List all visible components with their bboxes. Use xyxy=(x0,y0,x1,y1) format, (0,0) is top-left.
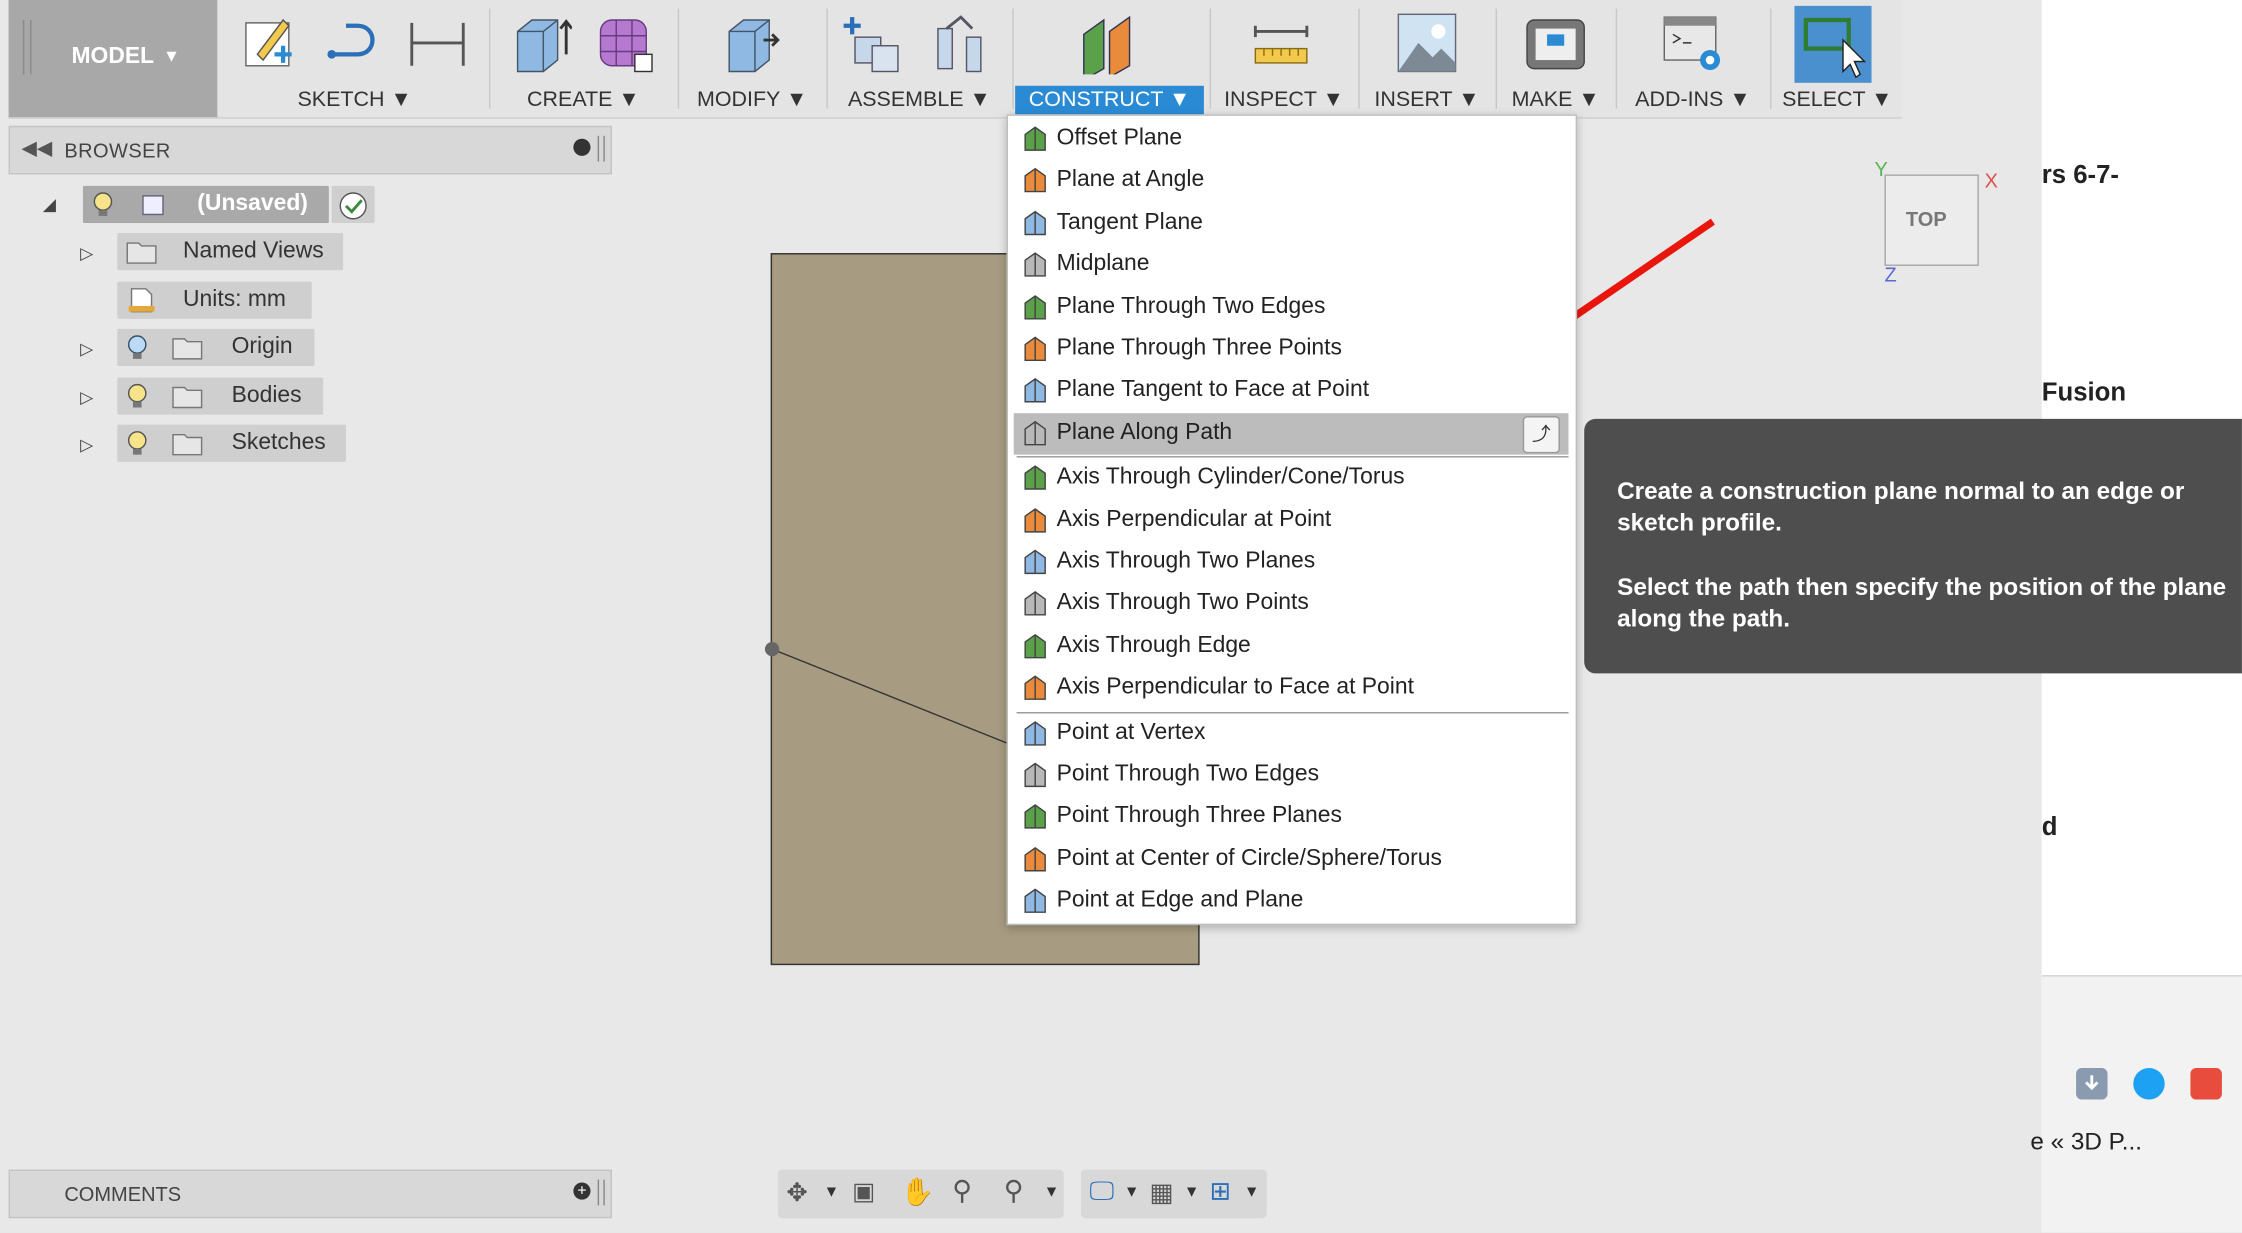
menu-item-label: Axis Through Cylinder/Cone/Torus xyxy=(1056,464,1405,490)
menu-item-label: Axis Through Edge xyxy=(1056,633,1251,658)
point-edge-plane-icon xyxy=(1022,888,1048,914)
panel-grip-icon[interactable] xyxy=(597,1179,605,1206)
plane-two-edges-icon xyxy=(1022,294,1048,320)
construct-menu-item[interactable]: Midplane xyxy=(1014,245,1569,286)
construct-menu-item[interactable]: Point Through Three Planes xyxy=(1014,797,1569,838)
construct-menu-item[interactable]: Plane Through Two Edges xyxy=(1014,287,1569,328)
plane-three-points-icon xyxy=(1022,336,1048,362)
construct-menu-item[interactable]: Point at Edge and Plane xyxy=(1014,881,1569,922)
comments-title: COMMENTS xyxy=(64,1182,182,1206)
plane-angle-icon xyxy=(1022,168,1048,194)
construct-menu-item[interactable]: Point Through Two Edges xyxy=(1014,755,1569,796)
viewcube-axis-x: X xyxy=(1984,168,1998,192)
add-comment-icon[interactable]: + xyxy=(573,1182,591,1200)
chevron-down-icon[interactable]: ▼ xyxy=(1124,1184,1140,1201)
sketch-point[interactable] xyxy=(764,641,780,657)
menu-item-label: Plane Through Two Edges xyxy=(1056,293,1326,319)
chevron-down-icon[interactable]: ▼ xyxy=(824,1184,840,1201)
point-two-edges-icon xyxy=(1022,762,1048,788)
construct-menu-item[interactable]: Axis Through Two Planes xyxy=(1014,542,1569,583)
menu-item-label: Point at Vertex xyxy=(1056,720,1206,745)
chevron-down-icon[interactable]: ▼ xyxy=(1044,1184,1060,1201)
display-toolbar: 🖵 ▼ ▦ ▼ ⊞ ▼ xyxy=(1080,1169,1267,1219)
pan-hand-icon[interactable]: ✋ xyxy=(901,1175,935,1209)
axis-two-planes-icon xyxy=(1022,549,1048,575)
chevron-down-icon[interactable]: ▼ xyxy=(1184,1184,1200,1201)
construct-menu-item[interactable]: Axis Through Cylinder/Cone/Torus xyxy=(1014,458,1569,499)
menu-item-label: Point at Center of Circle/Sphere/Torus xyxy=(1056,846,1442,871)
point-center-icon xyxy=(1022,846,1048,872)
menu-item-label: Point at Edge and Plane xyxy=(1056,888,1304,913)
display-settings-icon[interactable]: 🖵 xyxy=(1090,1177,1115,1207)
viewcube-face-top[interactable]: TOP xyxy=(1906,207,1947,230)
midplane-icon xyxy=(1022,252,1048,278)
construct-menu-item[interactable]: Axis Through Two Points xyxy=(1014,584,1569,625)
menu-item-label: Axis Perpendicular to Face at Point xyxy=(1056,675,1414,700)
shortcut-pin-icon[interactable]: ⤴ xyxy=(1522,415,1560,453)
menu-item-label: Point Through Two Edges xyxy=(1056,762,1320,787)
construct-menu-item[interactable]: Point at Center of Circle/Sphere/Torus xyxy=(1014,839,1569,880)
construct-menu-item[interactable]: Plane Along Path ⤴ xyxy=(1013,412,1569,455)
construct-menu-item[interactable]: Offset Plane xyxy=(1014,119,1569,160)
command-tooltip: Create a construction plane normal to an… xyxy=(1584,418,2242,674)
menu-item-label: Plane Tangent to Face at Point xyxy=(1056,378,1370,403)
viewports-icon[interactable]: ⊞ xyxy=(1210,1177,1232,1207)
comments-panel-header[interactable]: COMMENTS + xyxy=(8,1169,612,1219)
menu-item-label: Offset Plane xyxy=(1056,125,1183,151)
construct-menu-item[interactable]: Plane at Angle xyxy=(1014,161,1569,202)
grid-settings-icon[interactable]: ▦ xyxy=(1150,1178,1174,1208)
app-window: rs 6-7- Fusion d e « 3D P... MODEL ▼ SKE… xyxy=(0,0,2242,1233)
menu-item-label: Plane Along Path xyxy=(1056,420,1233,445)
construct-menu-item[interactable]: Plane Tangent to Face at Point xyxy=(1014,371,1569,412)
axis-perp-face-icon xyxy=(1022,675,1048,701)
menu-item-label: Plane at Angle xyxy=(1056,167,1205,193)
menu-item-label: Midplane xyxy=(1056,251,1150,277)
point-vertex-icon xyxy=(1022,720,1048,746)
point-three-planes-icon xyxy=(1022,804,1048,830)
look-at-icon[interactable]: ▣ xyxy=(852,1178,875,1207)
menu-item-label: Plane Through Three Points xyxy=(1056,336,1342,361)
orbit-icon[interactable]: ✥ xyxy=(786,1178,808,1208)
menu-item-label: Axis Perpendicular at Point xyxy=(1056,506,1332,532)
axis-edge-icon xyxy=(1022,633,1048,659)
chevron-down-icon[interactable]: ▼ xyxy=(1244,1184,1260,1201)
construct-menu-item[interactable]: Axis Perpendicular to Face at Point xyxy=(1014,668,1569,709)
construct-menu-item[interactable]: Tangent Plane xyxy=(1014,203,1569,244)
menu-item-label: Axis Through Two Planes xyxy=(1056,549,1316,574)
fit-zoom-icon[interactable]: ⚲ xyxy=(1004,1175,1024,1208)
viewcube-axis-z: Z xyxy=(1884,263,1897,286)
offset-plane-icon xyxy=(1022,126,1048,152)
plane-tangent-face-icon xyxy=(1022,378,1048,404)
menu-item-label: Tangent Plane xyxy=(1056,209,1203,235)
tooltip-description: Create a construction plane normal to an… xyxy=(1617,477,2185,537)
construct-dropdown-menu: Offset Plane Plane at Angle Tangent Plane M… xyxy=(1006,114,1578,926)
zoom-icon[interactable]: ⚲ xyxy=(952,1175,972,1208)
axis-perp-point-icon xyxy=(1022,507,1048,533)
construct-menu-item[interactable]: Point at Vertex xyxy=(1014,713,1569,754)
tooltip-instructions: Select the path then specify the positio… xyxy=(1617,573,2227,632)
viewcube-cube[interactable]: TOP xyxy=(1884,174,1979,266)
construct-menu-item[interactable]: Axis Perpendicular at Point xyxy=(1014,500,1569,541)
construct-menu-item[interactable]: Axis Through Edge xyxy=(1014,626,1569,667)
construct-menu-item[interactable]: Plane Through Three Points xyxy=(1014,329,1569,370)
navigation-toolbar: ✥ ▼ ▣ ✋ ⚲ ⚲ ▼ xyxy=(777,1169,1064,1219)
sketch-path-line[interactable] xyxy=(771,648,1009,745)
axis-two-points-icon xyxy=(1022,591,1048,617)
plane-along-path-icon xyxy=(1022,420,1048,446)
menu-item-label: Point Through Three Planes xyxy=(1056,804,1342,829)
axis-cylinder-icon xyxy=(1022,465,1048,491)
menu-item-label: Axis Through Two Points xyxy=(1056,591,1309,616)
tangent-plane-icon xyxy=(1022,210,1048,236)
